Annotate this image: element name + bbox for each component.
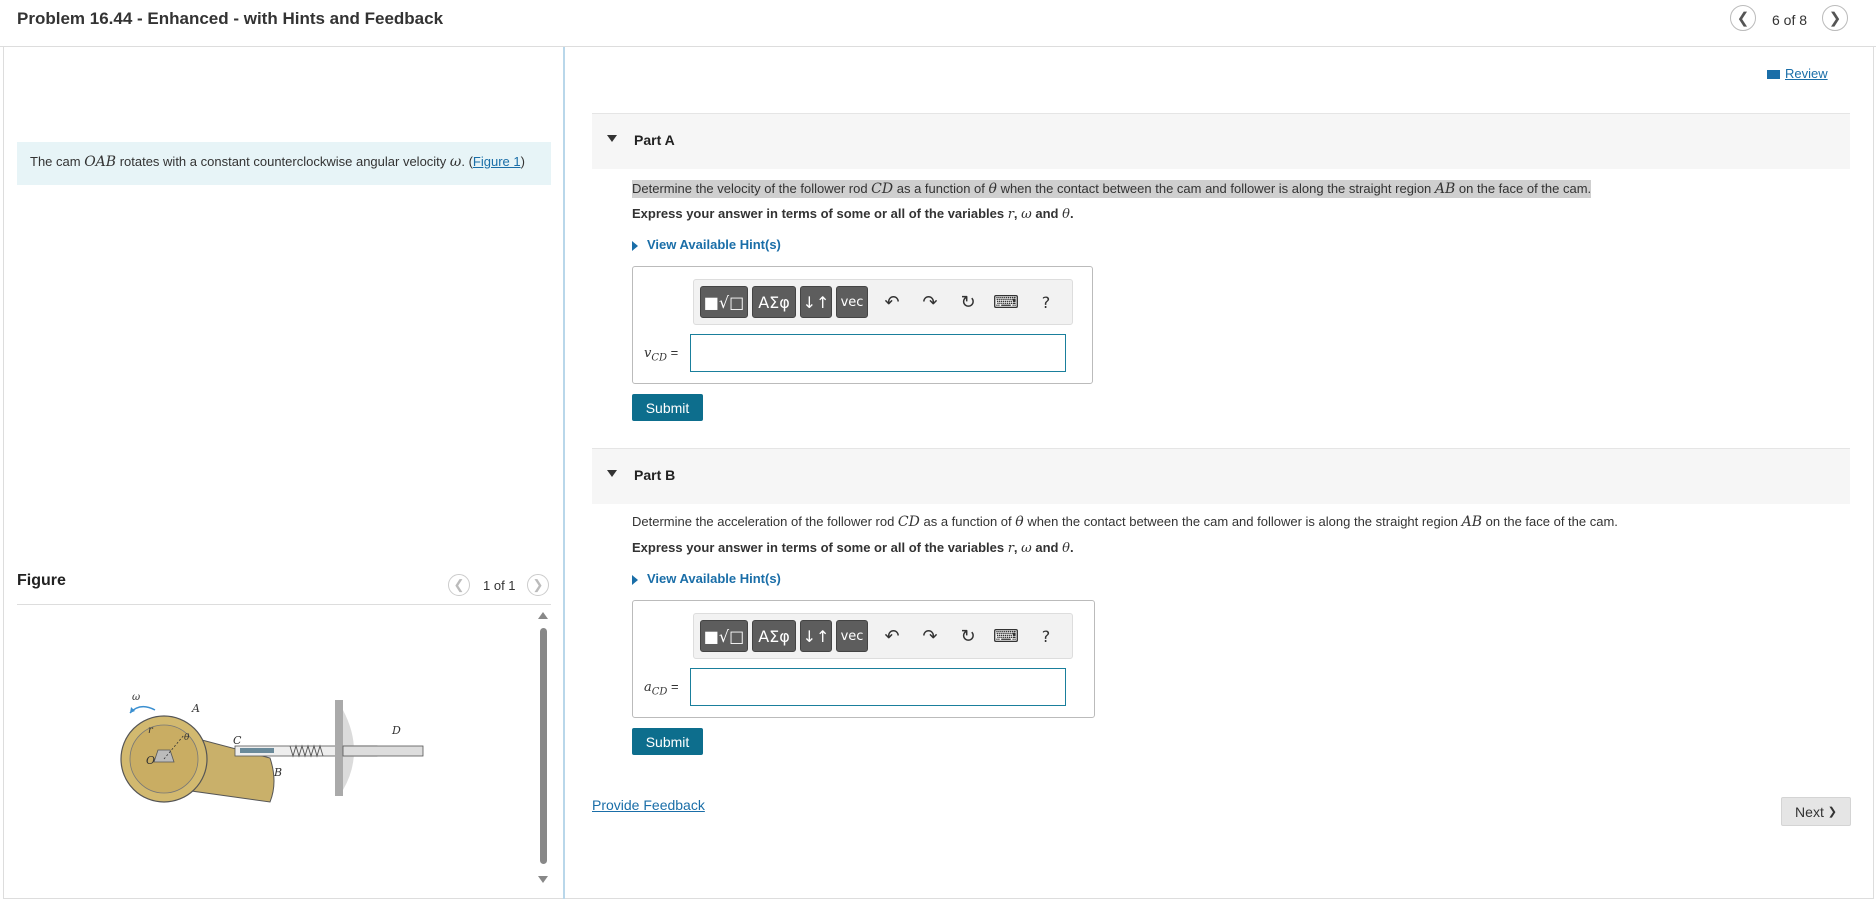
next-problem-button[interactable]: ❯ — [1822, 5, 1848, 31]
prev-problem-button[interactable]: ❮ — [1730, 5, 1756, 31]
fig-label-b: B — [273, 766, 282, 779]
scroll-up-arrow-icon[interactable] — [538, 612, 548, 619]
fig-label-a: A — [191, 702, 200, 715]
part-b-question: Determine the acceleration of the follow… — [632, 514, 1618, 530]
problem-title: Problem 16.44 - Enhanced - with Hints an… — [17, 9, 444, 28]
part-b-variable-label: aCD = — [644, 679, 679, 698]
part-b-instruction: Express your answer in terms of some or … — [632, 540, 1074, 556]
fig-label-d: D — [391, 724, 401, 737]
greek-symbols-button[interactable]: ΑΣφ — [752, 620, 796, 652]
book-icon — [1767, 70, 1780, 80]
chevron-right-icon: ❯ — [1828, 10, 1842, 27]
expand-triangle-icon — [632, 574, 638, 585]
figure-link[interactable]: Figure 1 — [473, 154, 521, 169]
collapse-triangle-icon — [607, 470, 617, 477]
figure-divider — [17, 604, 551, 605]
problem-pager: 6 of 8 — [1772, 12, 1808, 28]
greek-symbols-button[interactable]: ΑΣφ — [752, 286, 796, 318]
reset-icon[interactable]: ↻ — [954, 622, 982, 650]
part-b-hint-toggle[interactable]: View Available Hint(s) — [632, 571, 781, 586]
chevron-left-icon: ❮ — [453, 577, 465, 592]
fig-label-c: C — [233, 734, 242, 747]
undo-icon[interactable]: ↶ — [878, 288, 906, 316]
sub-superscript-button[interactable]: ↓↑ — [800, 620, 832, 652]
part-a-variable-label: vCD = — [644, 345, 679, 364]
part-b-answer-box: ■√□ ΑΣφ ↓↑ vec ↶ ↷ ↻ ⌨ ? aCD = — [632, 600, 1095, 718]
chevron-right-icon: ❯ — [1827, 806, 1837, 818]
part-b-submit-button[interactable]: Submit — [632, 728, 703, 755]
part-a-question: Determine the velocity of the follower r… — [632, 180, 1592, 198]
sub-superscript-button[interactable]: ↓↑ — [800, 286, 832, 318]
fig-label-theta: θ — [184, 733, 190, 743]
undo-icon[interactable]: ↶ — [878, 622, 906, 650]
redo-icon[interactable]: ↷ — [916, 288, 944, 316]
problem-intro: The cam OAB rotates with a constant coun… — [17, 142, 551, 185]
figure-prev-button[interactable]: ❮ — [448, 574, 470, 596]
figure-heading: Figure — [17, 572, 66, 589]
provide-feedback-link[interactable]: Provide Feedback — [592, 797, 705, 813]
part-a-label: Part A — [634, 132, 675, 148]
top-bar: Problem 16.44 - Enhanced - with Hints an… — [0, 0, 1876, 47]
next-button[interactable]: Next ❯ — [1781, 797, 1851, 826]
help-icon[interactable]: ? — [1032, 622, 1060, 650]
part-a-submit-button[interactable]: Submit — [632, 394, 703, 421]
part-a-answer-box: ■√□ ΑΣφ ↓↑ vec ↶ ↷ ↻ ⌨ ? vCD = — [632, 266, 1093, 384]
part-b-label: Part B — [634, 467, 676, 483]
chevron-left-icon: ❮ — [1736, 10, 1750, 27]
help-icon[interactable]: ? — [1032, 288, 1060, 316]
expand-triangle-icon — [632, 240, 638, 251]
figure-scrollbar[interactable] — [540, 628, 547, 864]
scroll-down-arrow-icon[interactable] — [538, 876, 548, 883]
math-toolbar: ■√□ ΑΣφ ↓↑ vec ↶ ↷ ↻ ⌨ ? — [693, 613, 1073, 659]
vector-button[interactable]: vec — [836, 620, 868, 652]
review-link[interactable]: Review — [1767, 66, 1828, 81]
part-b-answer-input[interactable] — [690, 668, 1066, 706]
fig-label-o: O — [146, 754, 155, 767]
fig-label-omega: ω — [132, 692, 140, 703]
part-a-answer-input[interactable] — [690, 334, 1066, 372]
part-a-instruction: Express your answer in terms of some or … — [632, 206, 1074, 222]
collapse-triangle-icon — [607, 135, 617, 142]
templates-button[interactable]: ■√□ — [700, 620, 748, 652]
reset-icon[interactable]: ↻ — [954, 288, 982, 316]
vector-button[interactable]: vec — [836, 286, 868, 318]
chevron-right-icon: ❯ — [532, 577, 544, 592]
figure-next-button[interactable]: ❯ — [527, 574, 549, 596]
math-toolbar: ■√□ ΑΣφ ↓↑ vec ↶ ↷ ↻ ⌨ ? — [693, 279, 1073, 325]
keyboard-icon[interactable]: ⌨ — [992, 288, 1020, 316]
part-a-hint-toggle[interactable]: View Available Hint(s) — [632, 237, 781, 252]
part-a-header[interactable]: Part A — [592, 113, 1850, 169]
cam-follower-figure: ω A O r θ C B D — [120, 692, 424, 803]
figure-pager: 1 of 1 — [483, 578, 516, 593]
keyboard-icon[interactable]: ⌨ — [992, 622, 1020, 650]
part-b-header[interactable]: Part B — [592, 448, 1850, 504]
templates-button[interactable]: ■√□ — [700, 286, 748, 318]
redo-icon[interactable]: ↷ — [916, 622, 944, 650]
